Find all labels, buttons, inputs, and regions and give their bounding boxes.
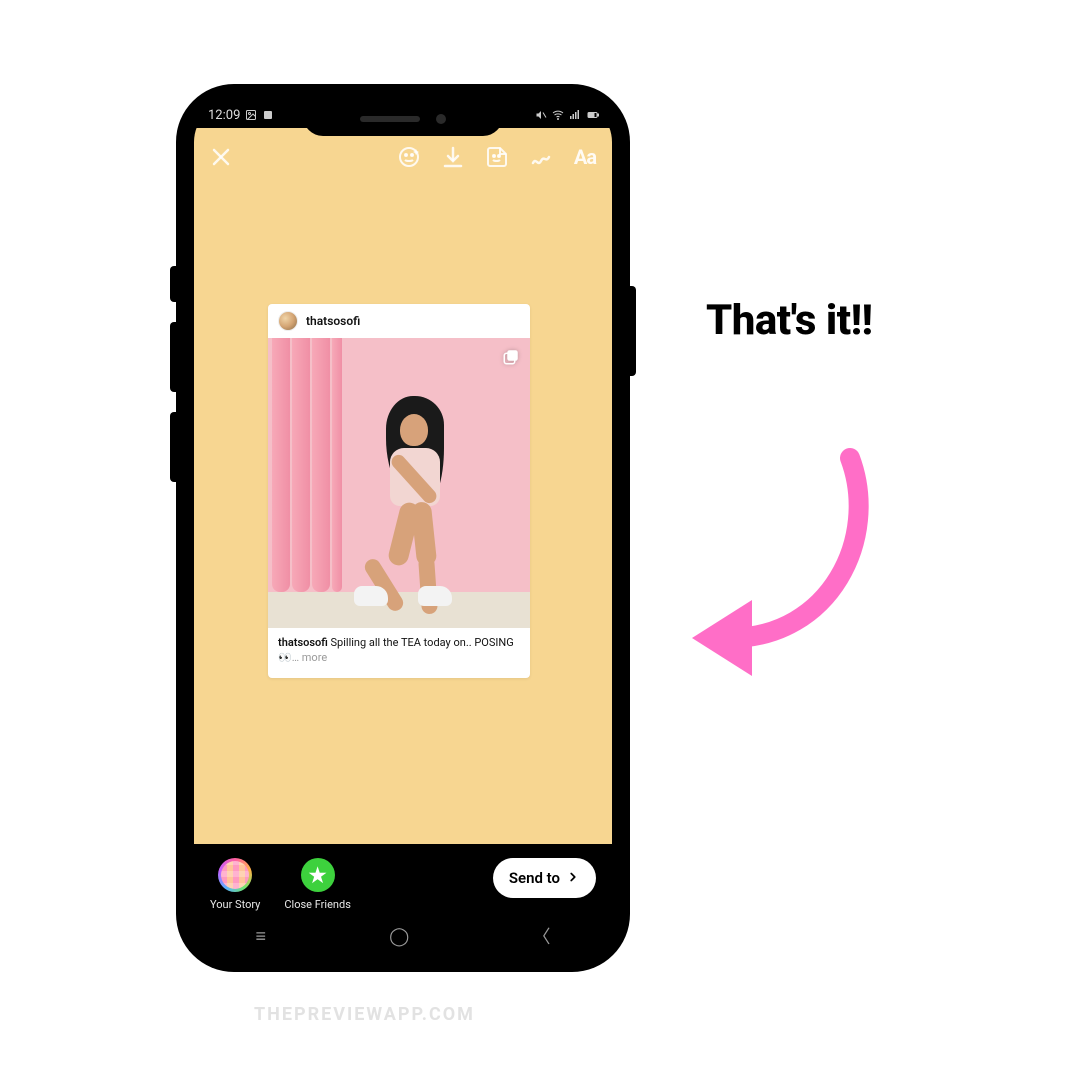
close-friends-label: Close Friends [284,898,350,911]
caption-text: Spilling all the TEA today on.. POSING [328,636,514,649]
carousel-icon [502,348,520,366]
toolbar-right: Aa [396,144,598,170]
post-image [268,338,530,628]
notification-icon [262,109,274,121]
send-to-button[interactable]: Send to [493,858,596,898]
android-nav-bar: ≡ ◯ 〈 [194,918,612,954]
shared-post-card[interactable]: thatsosofi [268,304,530,678]
signal-icon [569,109,581,121]
your-story-label: Your Story [210,898,260,911]
post-username: thatsosofi [306,314,360,328]
send-to-label: Send to [509,869,560,887]
speaker-slot [360,116,420,122]
face-filter-icon[interactable] [396,144,422,170]
close-friends-button[interactable]: ★ Close Friends [284,858,350,911]
phone-screen: 12:09 [194,102,612,954]
close-button[interactable] [208,144,234,170]
sticker-icon[interactable] [484,144,510,170]
watermark-text: THEPREVIEWAPP.COM [254,1004,475,1025]
close-friends-icon: ★ [301,858,335,892]
post-header: thatsosofi [268,304,530,338]
image-icon [245,109,257,121]
phone-volume-button [170,412,178,482]
share-bar: Your Story ★ Close Friends Send to ≡ ◯ 〈 [194,844,612,954]
caption-more[interactable]: … more [292,651,327,664]
your-story-button[interactable]: Your Story [210,858,260,911]
front-camera [436,114,446,124]
back-icon: 〈 [532,923,550,949]
home-icon: ◯ [389,926,409,947]
recent-apps-icon: ≡ [256,926,267,947]
download-icon[interactable] [440,144,466,170]
your-story-icon [218,858,252,892]
post-avatar [278,311,298,331]
battery-icon [586,109,598,121]
story-editor[interactable]: Aa thatsosofi [194,128,612,844]
mute-icon [535,109,547,121]
wifi-icon [552,109,564,121]
phone-frame: 12:09 [178,86,628,970]
post-caption: thatsosofi Spilling all the TEA today on… [268,628,530,678]
chevron-right-icon [566,869,580,888]
phone-power-button [628,286,636,376]
caption-emoji: 👀 [278,651,292,664]
caption-username: thatsosofi [278,636,328,649]
status-time: 12:09 [208,108,240,123]
phone-notch [303,102,503,136]
curved-arrow-graphic [680,438,890,678]
status-left: 12:09 [208,108,274,123]
headline-text: That's it!! [706,296,873,345]
status-right [535,109,598,121]
page-canvas: 12:09 [0,0,1080,1080]
text-tool-button[interactable]: Aa [572,144,598,170]
draw-icon[interactable] [528,144,554,170]
